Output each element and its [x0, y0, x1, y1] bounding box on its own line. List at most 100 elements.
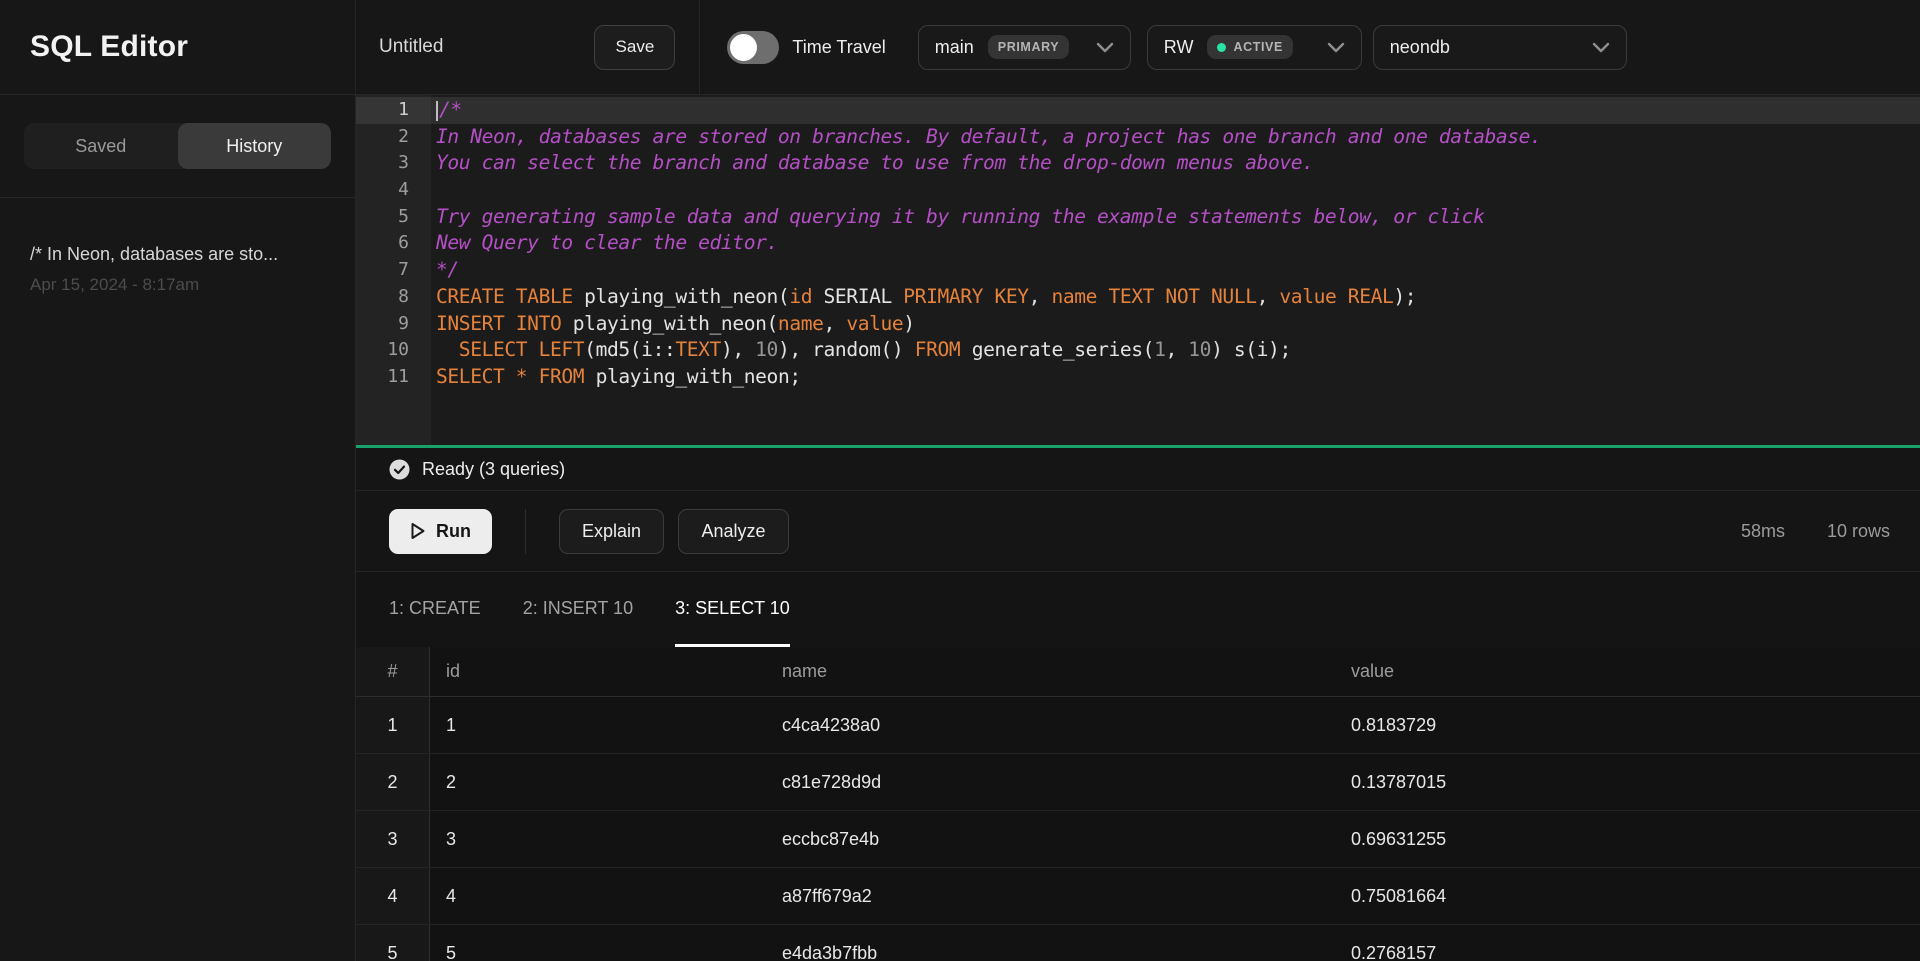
- line-number: 7: [356, 257, 431, 284]
- page-title: SQL Editor: [30, 30, 188, 64]
- history-item[interactable]: /* In Neon, databases are sto... Apr 15,…: [30, 244, 325, 295]
- run-button[interactable]: Run: [389, 509, 492, 554]
- code-text: */: [431, 257, 1920, 284]
- code-line[interactable]: 2In Neon, databases are stored on branch…: [356, 124, 1920, 151]
- table-row[interactable]: 44a87ff679a20.75081664: [356, 868, 1920, 925]
- line-number: 6: [356, 230, 431, 257]
- table-row[interactable]: 22c81e728d9d0.13787015: [356, 754, 1920, 811]
- query-row-count: 10 rows: [1827, 521, 1890, 542]
- query-title: Untitled: [379, 36, 443, 58]
- line-number: 11: [356, 364, 431, 391]
- column-header-id: id: [430, 661, 766, 682]
- chevron-down-icon: [1096, 42, 1114, 53]
- play-icon: [410, 522, 426, 540]
- code-line[interactable]: 9INSERT INTO playing_with_neon(name, val…: [356, 311, 1920, 338]
- table-row[interactable]: 55e4da3b7fbb0.2768157: [356, 925, 1920, 961]
- results-header-row: #idnamevalue: [356, 647, 1920, 697]
- branch-primary-badge: PRIMARY: [988, 35, 1069, 59]
- code-text: You can select the branch and database t…: [431, 150, 1920, 177]
- query-duration: 58ms: [1741, 521, 1785, 542]
- segmented-control: SavedHistory: [24, 123, 331, 169]
- code-text: INSERT INTO playing_with_neon(name, valu…: [431, 311, 1920, 338]
- explain-button[interactable]: Explain: [559, 509, 664, 554]
- code-line[interactable]: 7*/: [356, 257, 1920, 284]
- active-status-dot-icon: [1217, 43, 1226, 52]
- code-line[interactable]: 8CREATE TABLE playing_with_neon(id SERIA…: [356, 284, 1920, 311]
- code-line[interactable]: 3You can select the branch and database …: [356, 150, 1920, 177]
- sidebar-header: SQL Editor: [0, 0, 355, 95]
- cell-value: 0.13787015: [1335, 772, 1920, 793]
- cell-id: 2: [430, 772, 766, 793]
- code-text: In Neon, databases are stored on branche…: [431, 124, 1920, 151]
- cell-value: 0.2768157: [1335, 943, 1920, 961]
- branch-name: main: [935, 37, 974, 58]
- chevron-down-icon: [1592, 42, 1610, 53]
- cell-row-number: 1: [356, 697, 430, 753]
- branch-selector[interactable]: main PRIMARY: [918, 25, 1131, 70]
- result-tabs: 1: CREATE 2: INSERT 10 3: SELECT 10: [356, 572, 1920, 647]
- code-line[interactable]: 5Try generating sample data and querying…: [356, 204, 1920, 231]
- save-button[interactable]: Save: [594, 25, 675, 70]
- cell-row-number: 3: [356, 811, 430, 867]
- query-metrics: 58ms 10 rows: [1741, 521, 1890, 542]
- database-selector[interactable]: neondb: [1373, 25, 1627, 70]
- code-line[interactable]: 4: [356, 177, 1920, 204]
- main-panel: Untitled Save Time Travel main PRIMARY R…: [356, 0, 1920, 961]
- cell-name: c81e728d9d: [766, 772, 1335, 793]
- line-number: 5: [356, 204, 431, 231]
- column-header-name: name: [766, 661, 1335, 682]
- code-text: /*: [431, 97, 1920, 124]
- sql-editor-window: SQL Editor SavedHistory /* In Neon, data…: [0, 0, 1920, 961]
- time-travel-label: Time Travel: [792, 37, 885, 58]
- cell-value: 0.8183729: [1335, 715, 1920, 736]
- line-number: 4: [356, 177, 431, 204]
- status-row: Ready (3 queries): [356, 448, 1920, 491]
- cell-value: 0.75081664: [1335, 886, 1920, 907]
- history-list: /* In Neon, databases are sto... Apr 15,…: [0, 198, 355, 295]
- active-badge-label: ACTIVE: [1233, 40, 1282, 54]
- cell-value: 0.69631255: [1335, 829, 1920, 850]
- cell-name: a87ff679a2: [766, 886, 1335, 907]
- history-item-title: /* In Neon, databases are sto...: [30, 244, 325, 265]
- result-tab-2-insert-10[interactable]: 2: INSERT 10: [523, 572, 633, 647]
- ready-check-icon: [389, 459, 410, 480]
- time-travel-toggle[interactable]: [727, 31, 779, 64]
- cell-name: eccbc87e4b: [766, 829, 1335, 850]
- line-number: 2: [356, 124, 431, 151]
- code-line[interactable]: 1/*: [356, 97, 1920, 124]
- cell-row-number: 5: [356, 925, 430, 961]
- compute-selector[interactable]: RW ACTIVE: [1147, 25, 1362, 70]
- run-button-label: Run: [436, 521, 471, 542]
- status-text: Ready (3 queries): [422, 459, 565, 480]
- code-editor[interactable]: 1/*2In Neon, databases are stored on bra…: [356, 95, 1920, 445]
- compute-active-badge: ACTIVE: [1207, 35, 1292, 59]
- code-line[interactable]: 10 SELECT LEFT(md5(i::TEXT), 10), random…: [356, 337, 1920, 364]
- toolbar-divider: [525, 509, 526, 554]
- cell-name: c4ca4238a0: [766, 715, 1335, 736]
- code-line[interactable]: 11SELECT * FROM playing_with_neon;: [356, 364, 1920, 391]
- code-text: Try generating sample data and querying …: [431, 204, 1920, 231]
- sidebar-tab-saved[interactable]: Saved: [24, 123, 178, 169]
- result-tab-1-create[interactable]: 1: CREATE: [389, 572, 481, 647]
- cell-id: 4: [430, 886, 766, 907]
- compute-name: RW: [1164, 37, 1194, 58]
- sidebar: SQL Editor SavedHistory /* In Neon, data…: [0, 0, 356, 961]
- saved-history-switcher: SavedHistory: [0, 95, 355, 198]
- results-table: #idnamevalue 11c4ca4238a00.818372922c81e…: [356, 647, 1920, 961]
- column-header-row-number: #: [356, 647, 430, 696]
- result-tab-3-select-10[interactable]: 3: SELECT 10: [675, 572, 790, 647]
- cell-id: 5: [430, 943, 766, 961]
- line-number: 1: [356, 97, 431, 124]
- editor-topbar: Untitled Save Time Travel main PRIMARY R…: [356, 0, 1920, 95]
- code-text: New Query to clear the editor.: [431, 230, 1920, 257]
- cell-id: 3: [430, 829, 766, 850]
- code-line[interactable]: 6New Query to clear the editor.: [356, 230, 1920, 257]
- chevron-down-icon: [1327, 42, 1345, 53]
- query-toolbar: Run Explain Analyze 58ms 10 rows: [356, 491, 1920, 572]
- database-name: neondb: [1390, 37, 1450, 58]
- results-body: 11c4ca4238a00.818372922c81e728d9d0.13787…: [356, 697, 1920, 961]
- table-row[interactable]: 33eccbc87e4b0.69631255: [356, 811, 1920, 868]
- analyze-button[interactable]: Analyze: [678, 509, 789, 554]
- table-row[interactable]: 11c4ca4238a00.8183729: [356, 697, 1920, 754]
- sidebar-tab-history[interactable]: History: [178, 123, 332, 169]
